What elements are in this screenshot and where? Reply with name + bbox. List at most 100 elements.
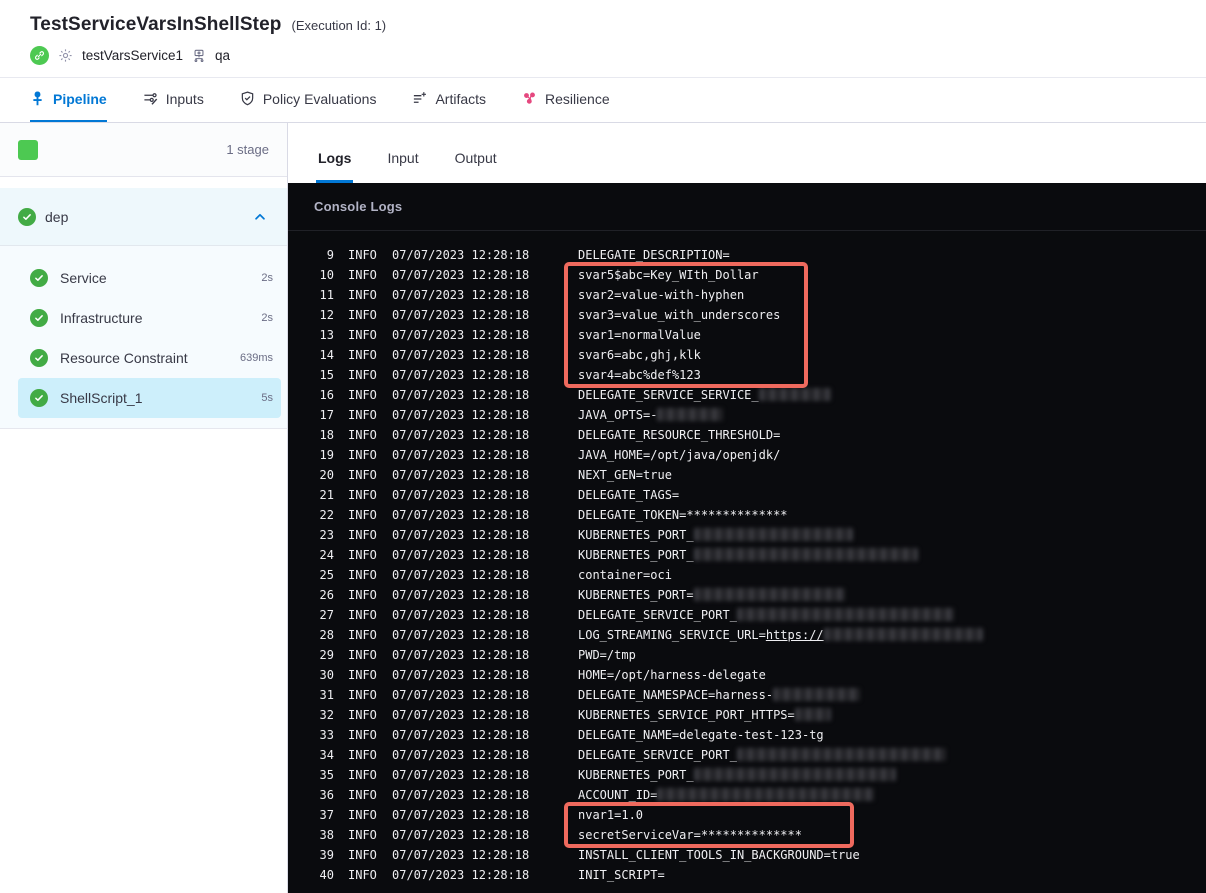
- log-line-number: 32: [319, 708, 334, 722]
- execution-sidebar: 1 stage dep Service 2s Infrastructure 2s Res…: [0, 123, 288, 893]
- log-message: JAVA_HOME=/opt/java/openjdk/: [578, 448, 781, 462]
- log-line-number: 28: [319, 628, 334, 642]
- step-item-resource-constraint[interactable]: Resource Constraint 639ms: [18, 338, 281, 378]
- stage-status-square[interactable]: [18, 139, 38, 160]
- step-duration: 2s: [261, 312, 273, 324]
- log-tab-logs[interactable]: Logs: [316, 150, 354, 183]
- log-timestamp: 07/07/2023 12:28:18: [392, 348, 530, 362]
- redacted-text: [693, 528, 853, 541]
- log-level: INFO: [348, 648, 377, 662]
- log-line: 16 INFO 07/07/2023 12:28:18 DELEGATE_SERVIC…: [288, 385, 1206, 405]
- log-timestamp: 07/07/2023 12:28:18: [392, 368, 530, 382]
- redacted-text: [693, 768, 896, 781]
- step-item-service[interactable]: Service 2s: [18, 258, 281, 298]
- redacted-text: [758, 388, 831, 401]
- log-timestamp: 07/07/2023 12:28:18: [392, 568, 530, 582]
- log-level: INFO: [348, 408, 377, 422]
- step-label: ShellScript_1: [60, 390, 143, 406]
- log-line-number: 22: [319, 508, 334, 522]
- tab-resilience[interactable]: Resilience: [522, 78, 610, 122]
- log-line: 19 INFO 07/07/2023 12:28:18 JAVA_HOME=/opt/…: [288, 445, 1206, 465]
- log-level: INFO: [348, 328, 377, 342]
- tab-inputs[interactable]: Inputs: [143, 78, 204, 122]
- console-panel: Console Logs 9 INFO 07/07/2023 12:28:18 DEL…: [288, 183, 1206, 893]
- log-timestamp: 07/07/2023 12:28:18: [392, 808, 530, 822]
- log-line-number: 29: [319, 648, 334, 662]
- log-line-number: 21: [319, 488, 334, 502]
- log-line: 27 INFO 07/07/2023 12:28:18 DELEGATE_SERVIC…: [288, 605, 1206, 625]
- log-level: INFO: [348, 728, 377, 742]
- success-check-icon: [30, 309, 48, 327]
- log-timestamp: 07/07/2023 12:28:18: [392, 328, 530, 342]
- log-line-number: 31: [319, 688, 334, 702]
- log-timestamp: 07/07/2023 12:28:18: [392, 628, 530, 642]
- log-level: INFO: [348, 488, 377, 502]
- log-line: 34 INFO 07/07/2023 12:28:18 DELEGATE_SERVIC…: [288, 745, 1206, 765]
- log-level: INFO: [348, 828, 377, 842]
- step-item-shellscript-1[interactable]: ShellScript_1 5s: [18, 378, 281, 418]
- log-message: svar6=abc,ghj,klk: [578, 348, 701, 362]
- log-timestamp: 07/07/2023 12:28:18: [392, 868, 530, 882]
- log-message: DELEGATE_DESCRIPTION=: [578, 248, 730, 262]
- log-line: 15 INFO 07/07/2023 12:28:18 svar4=abc%def%1…: [288, 365, 1206, 385]
- stage-group-dep[interactable]: dep: [0, 188, 287, 246]
- log-line: 12 INFO 07/07/2023 12:28:18 svar3=value_wit…: [288, 305, 1206, 325]
- log-message: DELEGATE_SERVICE_PORT_: [578, 745, 947, 765]
- chevron-up-icon[interactable]: [253, 210, 267, 224]
- success-check-icon: [30, 389, 48, 407]
- log-timestamp: 07/07/2023 12:28:18: [392, 408, 530, 422]
- log-line-number: 24: [319, 548, 334, 562]
- log-area: 9 INFO 07/07/2023 12:28:18 DELEGATE_DESCRIP…: [288, 231, 1206, 885]
- log-line: 13 INFO 07/07/2023 12:28:18 svar1=normalVal…: [288, 325, 1206, 345]
- log-line: 17 INFO 07/07/2023 12:28:18 JAVA_OPTS=-: [288, 405, 1206, 425]
- environment-name: qa: [215, 48, 231, 63]
- log-message: KUBERNETES_PORT=: [578, 585, 846, 605]
- service-env-row: testVarsService1 qa: [30, 46, 1206, 65]
- log-level: INFO: [348, 528, 377, 542]
- log-message: DELEGATE_TAGS=: [578, 488, 680, 502]
- log-tab-output[interactable]: Output: [453, 150, 499, 183]
- tab-artifacts[interactable]: Artifacts: [412, 78, 486, 122]
- log-line: 37 INFO 07/07/2023 12:28:18 nvar1=1.0: [288, 805, 1206, 825]
- policy-evaluations-icon: [240, 91, 255, 106]
- pipeline-icon: [30, 91, 45, 106]
- log-level: INFO: [348, 348, 377, 362]
- log-timestamp: 07/07/2023 12:28:18: [392, 448, 530, 462]
- log-line-number: 26: [319, 588, 334, 602]
- log-line: 31 INFO 07/07/2023 12:28:18 DELEGATE_NAMESP…: [288, 685, 1206, 705]
- log-timestamp: 07/07/2023 12:28:18: [392, 548, 530, 562]
- log-level: INFO: [348, 788, 377, 802]
- title-row: TestServiceVarsInShellStep (Execution Id…: [30, 14, 1206, 36]
- log-timestamp: 07/07/2023 12:28:18: [392, 708, 530, 722]
- tab-pipeline[interactable]: Pipeline: [30, 78, 107, 122]
- log-message: KUBERNETES_PORT_: [578, 525, 853, 545]
- log-timestamp: 07/07/2023 12:28:18: [392, 508, 530, 522]
- log-level: INFO: [348, 388, 377, 402]
- log-line-number: 25: [319, 568, 334, 582]
- log-message: svar3=value_with_underscores: [578, 308, 781, 322]
- step-item-infrastructure[interactable]: Infrastructure 2s: [18, 298, 281, 338]
- log-line-number: 30: [319, 668, 334, 682]
- log-message: DELEGATE_SERVICE_PORT_: [578, 605, 954, 625]
- console-logs-title: Console Logs: [288, 183, 1206, 231]
- redacted-text: [693, 548, 918, 561]
- log-line: 39 INFO 07/07/2023 12:28:18 INSTALL_CLIENT_…: [288, 845, 1206, 865]
- log-tab-input[interactable]: Input: [385, 150, 420, 183]
- log-line: 23 INFO 07/07/2023 12:28:18 KUBERNETES_PORT…: [288, 525, 1206, 545]
- log-line: 38 INFO 07/07/2023 12:28:18 secretServiceVa…: [288, 825, 1206, 845]
- log-message: NEXT_GEN=true: [578, 468, 672, 482]
- log-timestamp: 07/07/2023 12:28:18: [392, 748, 530, 762]
- tab-label: Policy Evaluations: [262, 90, 377, 107]
- log-timestamp: 07/07/2023 12:28:18: [392, 248, 530, 262]
- redacted-text: [657, 408, 723, 421]
- log-timestamp: 07/07/2023 12:28:18: [392, 488, 530, 502]
- log-timestamp: 07/07/2023 12:28:18: [392, 668, 530, 682]
- log-link[interactable]: https://: [766, 628, 824, 642]
- log-message: DELEGATE_TOKEN=**************: [578, 508, 788, 522]
- log-timestamp: 07/07/2023 12:28:18: [392, 688, 530, 702]
- log-line-number: 19: [319, 448, 334, 462]
- tab-policy-evaluations[interactable]: Policy Evaluations: [240, 78, 377, 122]
- main-tabs: Pipeline Inputs Policy Evaluations Artifact…: [0, 78, 1206, 123]
- redacted-text: [736, 748, 947, 761]
- log-timestamp: 07/07/2023 12:28:18: [392, 468, 530, 482]
